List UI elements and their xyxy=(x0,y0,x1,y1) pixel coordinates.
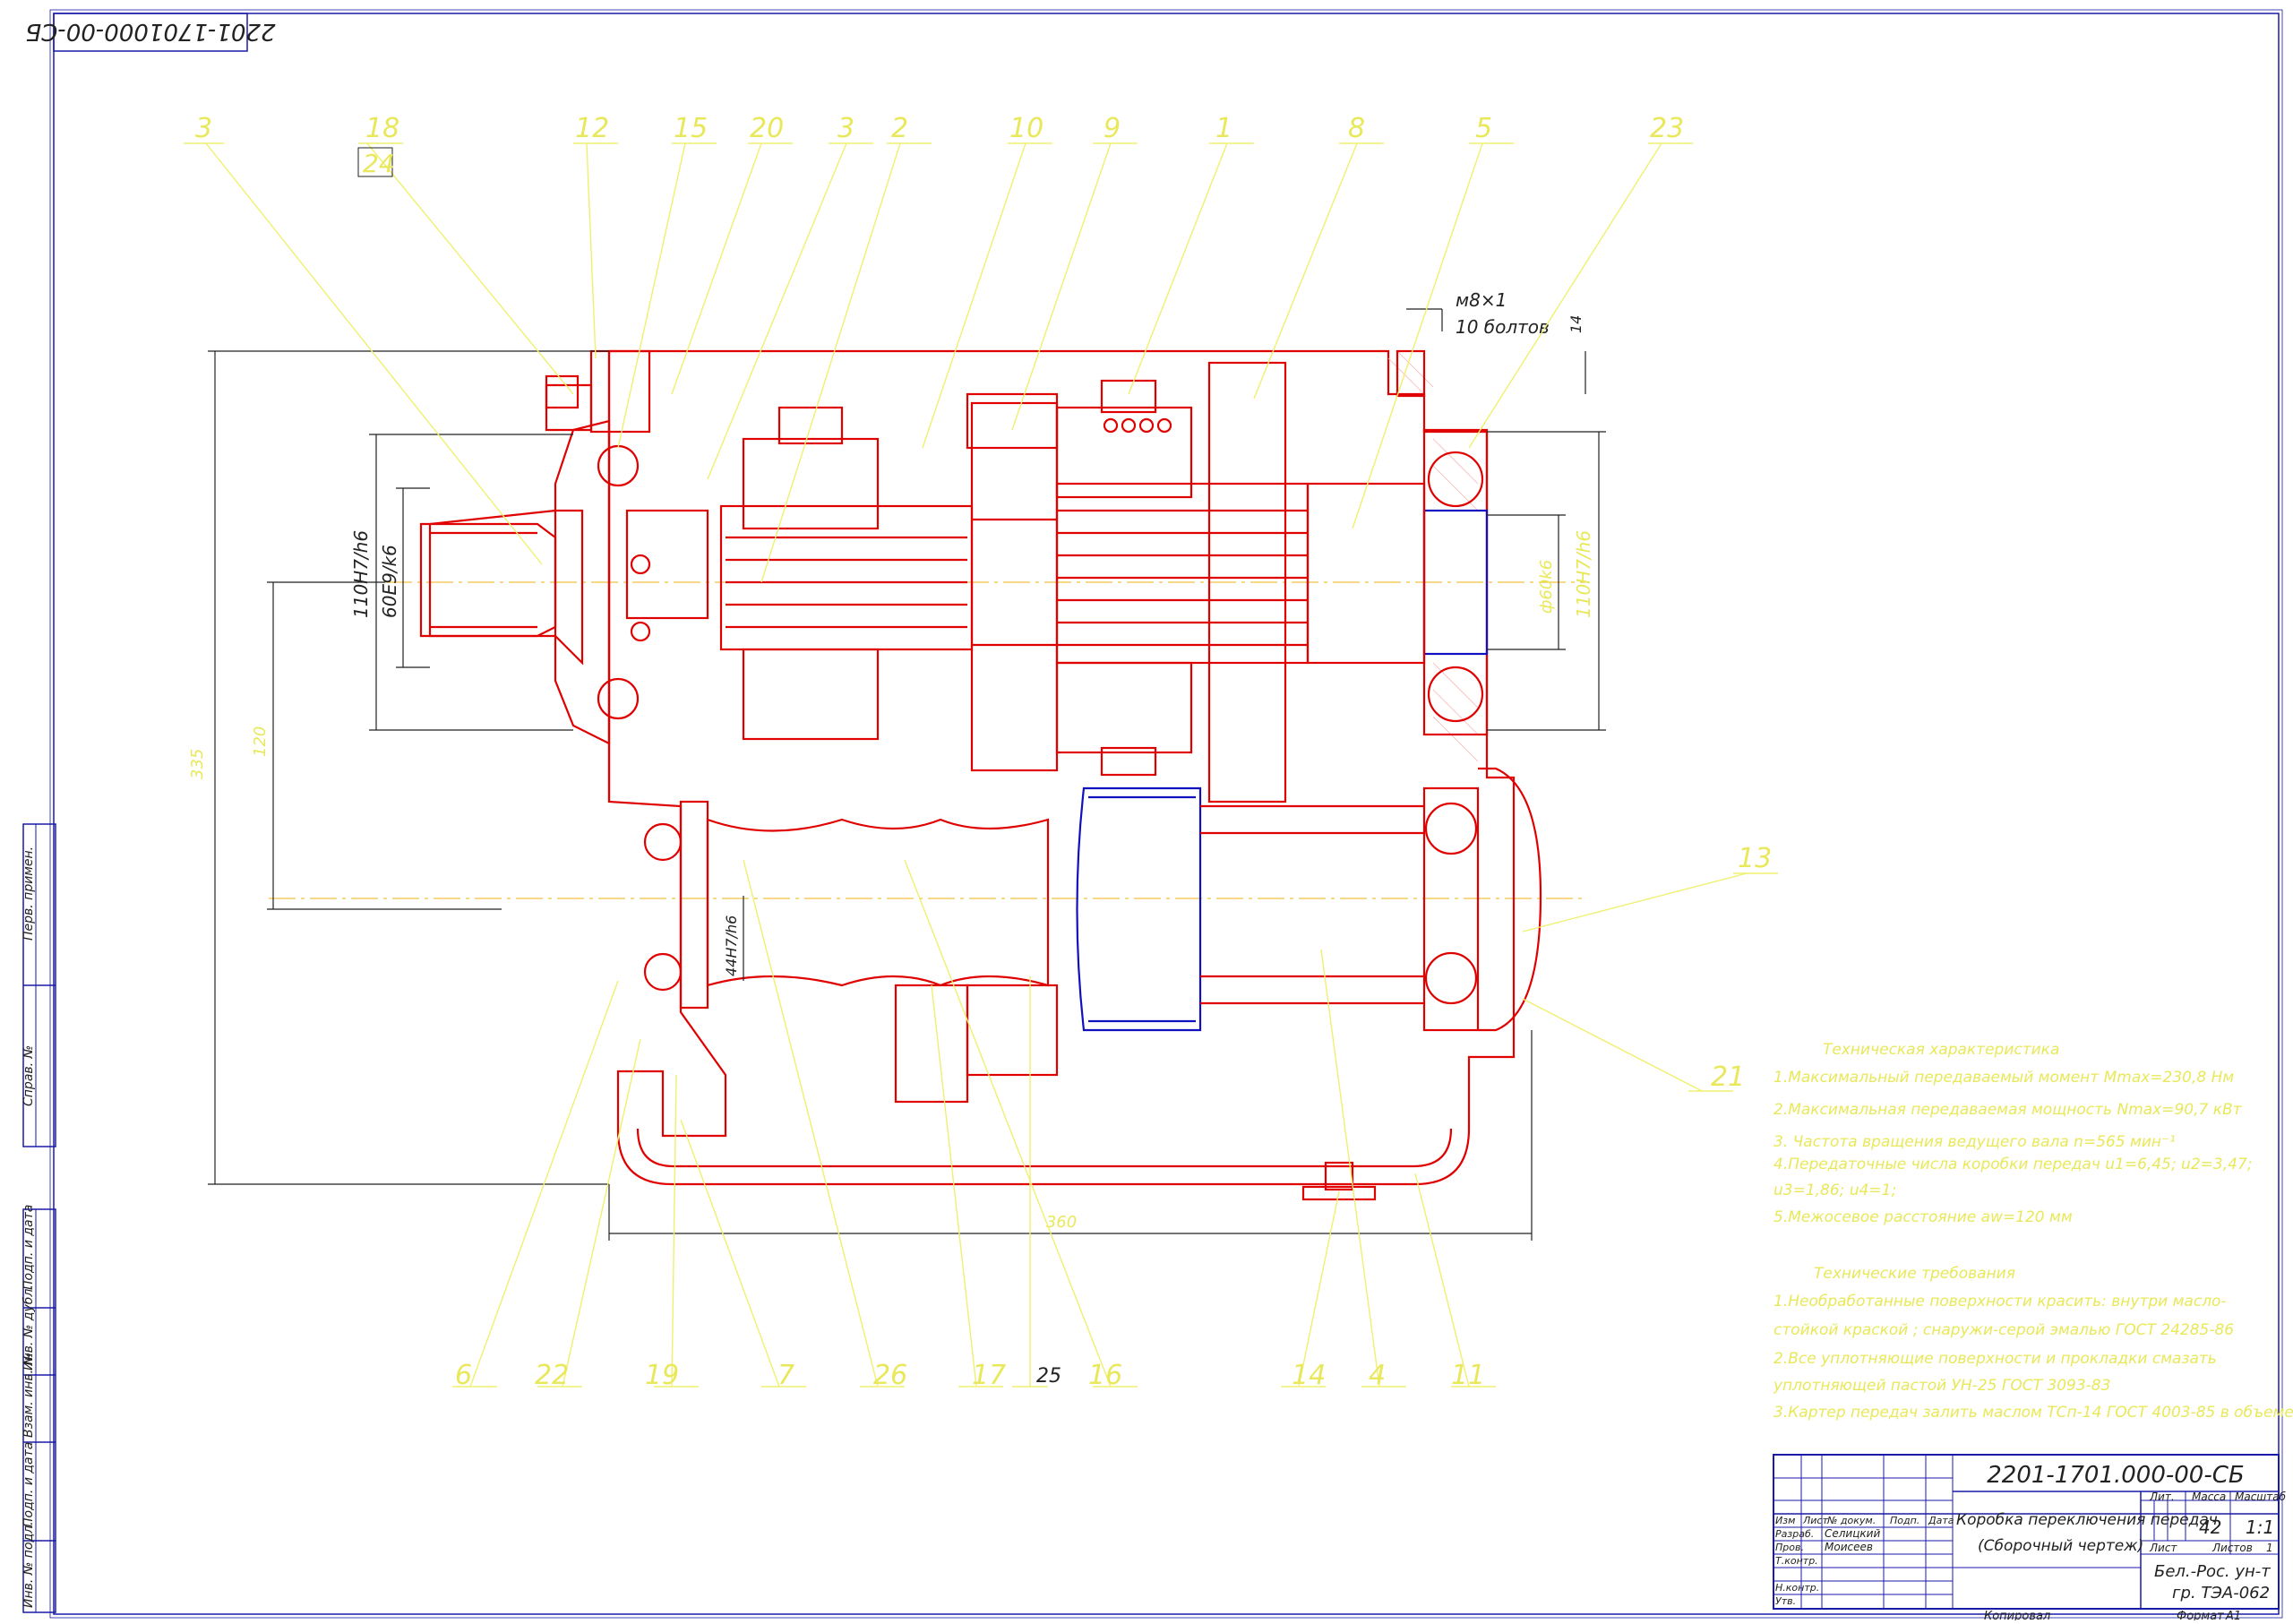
callout-right-1: 13 xyxy=(1738,843,1772,874)
sheet-label: Лист xyxy=(2149,1542,2177,1554)
callout-top-2: 18 xyxy=(365,113,399,144)
callout-top-11: 1 xyxy=(1215,113,1232,144)
callout-top-14: 23 xyxy=(1650,113,1684,144)
side-stamp-label-2: Справ. № xyxy=(21,1045,36,1106)
side-stamp-label-7: Инв. № подл. xyxy=(21,1521,36,1608)
dim-335: 335 xyxy=(188,749,207,779)
callouts: 3 18 24 12 15 20 3 2 10 9 1 8 5 23 6 22 … xyxy=(184,113,1778,1391)
dim-14: 14 xyxy=(1567,315,1584,333)
tech-specs-line-2: 2.Максимальная передаваемая мощность Nma… xyxy=(1773,1101,2243,1119)
tech-requirements: Технические требования 1.Необработанные … xyxy=(1773,1265,2293,1422)
tech-req-heading: Технические требования xyxy=(1814,1265,2015,1283)
callout-bottom-3: 19 xyxy=(645,1360,679,1391)
col-label-scale: Масштаб xyxy=(2235,1491,2287,1503)
role-2: Пров. xyxy=(1775,1542,1804,1553)
callout-bottom-11: 11 xyxy=(1451,1360,1485,1391)
name-1: Селицкий xyxy=(1825,1527,1880,1540)
tech-req-line-2: стойкой краской ; снаружи-серой эмалью Г… xyxy=(1773,1321,2234,1339)
tech-req-line-1: 1.Необработанные поверхности красить: вн… xyxy=(1773,1293,2227,1310)
dim-bolts: 10 болтов xyxy=(1456,316,1550,338)
callout-bottom-5: 26 xyxy=(873,1360,907,1391)
format-label: Формат xyxy=(2177,1610,2224,1620)
sheet-frame xyxy=(53,13,2280,1615)
callout-bottom-2: 22 xyxy=(535,1360,569,1391)
dim-44: 44Н7/h6 xyxy=(723,915,740,976)
callout-top-6: 20 xyxy=(750,113,784,144)
dim-360: 360 xyxy=(1046,1213,1077,1232)
role-1: Разраб. xyxy=(1775,1528,1814,1540)
tech-req-line-4: уплотняющей пастой УН-25 ГОСТ 3093-83 xyxy=(1773,1377,2110,1395)
role-5: Н.контр. xyxy=(1775,1582,1819,1594)
sheets-label: Листов xyxy=(2211,1542,2253,1554)
callout-top-4: 12 xyxy=(575,113,609,144)
designation: 2201-1701.000-00-СБ xyxy=(1987,1462,2244,1489)
org-line-1: Бел.-Рос. ун-т xyxy=(2154,1562,2271,1581)
callout-top-7: 3 xyxy=(837,113,855,144)
dim-110-left: 110Н7/h6 xyxy=(350,530,372,618)
dim-110-right: 110Н7/h6 xyxy=(1573,530,1594,618)
header-izm: Изм xyxy=(1775,1515,1795,1526)
callout-top-9: 10 xyxy=(1009,113,1043,144)
callout-top-13: 5 xyxy=(1475,113,1492,144)
tech-specs-line-5: u3=1,86; u4=1; xyxy=(1773,1181,1896,1199)
dimensions: 335 120 110Н7/h6 60Е9/k6 360 110Н7/h6 ф6… xyxy=(188,289,1606,1241)
dim-thread: м8×1 xyxy=(1456,289,1507,311)
tech-specs-line-3: 3. Частота вращения ведущего вала n=565 … xyxy=(1773,1133,2176,1151)
callout-bottom-9: 14 xyxy=(1292,1360,1326,1391)
callout-right-2: 21 xyxy=(1711,1061,1745,1093)
col-label-lit: Лит. xyxy=(2149,1491,2175,1503)
tech-specs: Техническая характеристика 1.Максимальны… xyxy=(1773,1041,2253,1226)
callout-bottom-10: 4 xyxy=(1369,1360,1386,1391)
role-6: Утв. xyxy=(1775,1595,1796,1607)
side-stamp-label-6: Подп. и дата xyxy=(21,1442,36,1527)
drawing-title-1: Коробка переключения передач xyxy=(1956,1511,2218,1529)
callout-top-10: 9 xyxy=(1104,113,1121,144)
top-stamp-text: 2201-1701000-00-СБ xyxy=(25,18,275,45)
callout-top-1: 3 xyxy=(195,113,212,144)
tech-specs-line-6: 5.Межосевое расстояние aw=120 мм xyxy=(1773,1208,2073,1226)
callout-top-3: 24 xyxy=(363,149,395,178)
name-2: Моисеев xyxy=(1825,1541,1873,1553)
callout-top-5: 15 xyxy=(674,113,708,144)
format-value: А1 xyxy=(2225,1610,2241,1620)
dim-120: 120 xyxy=(251,726,270,757)
dim-60-right: ф60k6 xyxy=(1537,560,1556,614)
org-line-2: гр. ТЭА-062 xyxy=(2172,1584,2270,1603)
callout-bottom-1: 6 xyxy=(455,1360,472,1391)
gearbox-section xyxy=(269,349,1585,1201)
role-3: Т.контр. xyxy=(1775,1555,1818,1567)
title-block: 2201-1701.000-00-СБ Коробка переключения… xyxy=(1773,1454,2287,1623)
tech-specs-line-4: 4.Передаточные числа коробки передач u1=… xyxy=(1773,1156,2253,1173)
callout-bottom-8: 16 xyxy=(1088,1360,1122,1391)
header-doc: № докум. xyxy=(1826,1515,1876,1526)
header-sign: Подп. xyxy=(1890,1515,1919,1526)
tech-specs-line-1: 1.Максимальный передаваемый момент Mmax=… xyxy=(1773,1069,2234,1087)
callout-bottom-6: 17 xyxy=(972,1360,1006,1391)
col-label-mass: Масса xyxy=(2192,1491,2226,1503)
side-stamp-label-5: Взам. инв. № xyxy=(21,1353,36,1438)
tech-req-line-3: 2.Все уплотняющие поверхности и прокладк… xyxy=(1773,1350,2217,1368)
scale-value: 1:1 xyxy=(2246,1517,2274,1538)
side-stamp-label-3: Подп. и дата xyxy=(21,1205,36,1290)
header-date: Дата xyxy=(1928,1515,1954,1526)
copied-label: Копировал xyxy=(1984,1610,2050,1620)
dim-60-left: 60Е9/k6 xyxy=(379,545,400,618)
callout-bottom-4: 7 xyxy=(777,1360,794,1391)
header-list: Лист xyxy=(1802,1515,1828,1526)
top-stamp: 2201-1701000-00-СБ xyxy=(25,13,276,52)
callout-bottom-7: 25 xyxy=(1036,1365,1061,1388)
tech-specs-heading: Техническая характеристика xyxy=(1823,1041,2059,1059)
callout-top-12: 8 xyxy=(1348,113,1365,144)
drawing-title-2: (Сборочный чертеж) xyxy=(1978,1537,2143,1555)
assembly-drawing-sheet: 2201-1701000-00-СБ Перв. примен. Справ. … xyxy=(0,0,2293,1623)
mass-value: 42 xyxy=(2199,1517,2221,1538)
side-stamp-label-1: Перв. примен. xyxy=(21,846,36,941)
sheets-count: 1 xyxy=(2266,1542,2273,1554)
callout-top-8: 2 xyxy=(891,113,908,144)
tech-req-line-5: 3.Картер передач залить маслом ТСп-14 ГО… xyxy=(1773,1404,2293,1422)
